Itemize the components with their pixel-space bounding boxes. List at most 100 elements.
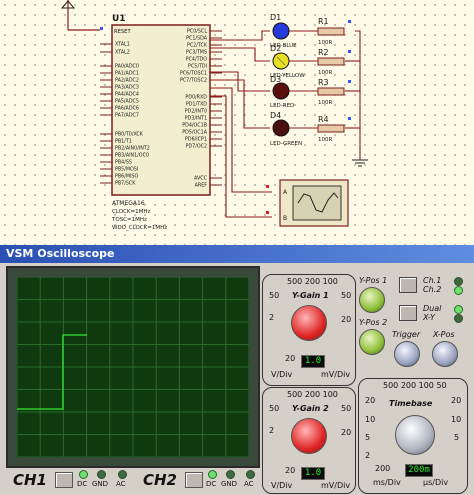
y-gain2-knob[interactable] xyxy=(291,418,327,454)
dual-led xyxy=(454,305,463,314)
y-gain1-scale-50: 50 xyxy=(269,291,280,300)
timebase-scale-5l: 5 xyxy=(365,433,371,442)
y-pos2-knob[interactable] xyxy=(359,329,385,355)
chip-pin-left-1: XTAL2 xyxy=(115,50,130,56)
resistor-r2-body xyxy=(317,57,345,66)
oscilloscope-titlebar[interactable]: VSM Oscilloscope xyxy=(0,245,474,263)
chip-pin-right-13: PD5/OC1A xyxy=(182,130,207,136)
led-d4-name: LED-GREEN xyxy=(270,141,302,147)
chip-prop-wdo: WDO_CLOCK=1MHz xyxy=(112,225,167,231)
timebase-scale-top: 500 200 100 50 xyxy=(383,381,447,390)
chip-pin-right-14: PD6/ICP1 xyxy=(185,137,207,143)
y-gain1-scale-2: 2 xyxy=(269,313,275,322)
resistor-r1[interactable]: R1 100R xyxy=(289,17,345,46)
chip-pin-left-10: PB0/T0/XCK xyxy=(115,132,144,138)
chip-pin-reset: RESET xyxy=(114,29,131,35)
timebase-scale-20l: 20 xyxy=(365,396,376,405)
timebase-knob[interactable] xyxy=(395,415,435,455)
ch1-dc-led[interactable] xyxy=(79,470,88,479)
led-d1-body xyxy=(272,22,290,40)
scope-symbol[interactable]: A B xyxy=(279,179,349,227)
resistor-r4-body xyxy=(317,124,345,133)
y-gain2-scale-50: 50 xyxy=(269,404,280,413)
resistor-r3[interactable]: R3 100R xyxy=(289,78,345,106)
ch1-gnd-label: GND xyxy=(92,480,109,488)
led-d3[interactable]: D3 LED-RED xyxy=(270,75,294,109)
ch1-toggle-button[interactable] xyxy=(55,472,73,488)
y-gain2-title: Y-Gain 2 xyxy=(292,404,329,413)
timebase-scale-20r: 20 xyxy=(451,396,462,405)
chip-pin-right-0: PC0/SCL xyxy=(187,29,207,35)
chip-pin-right-5: PC5/TDI xyxy=(188,64,207,70)
trigger-knob[interactable] xyxy=(394,341,420,367)
timebase-scale-10l: 10 xyxy=(365,415,376,424)
resistor-r4[interactable]: R4 100R xyxy=(289,115,345,143)
y-gain1-scale-20: 20 xyxy=(341,315,352,324)
y-gain1-scale-top: 500 200 100 xyxy=(287,277,338,286)
ch2-toggle-button[interactable] xyxy=(185,472,203,488)
scope-screen[interactable] xyxy=(16,276,250,458)
ch1-ac-led[interactable] xyxy=(118,470,127,479)
timebase-display: 200m xyxy=(405,464,433,477)
ch1-select-button[interactable] xyxy=(399,277,417,293)
chip-pin-left-7: PA5/ADC5 xyxy=(115,99,139,105)
ch2-dc-led[interactable] xyxy=(208,470,217,479)
y-gain2-panel: 500 200 100 50 Y-Gain 2 50 2 20 20 1.0 V… xyxy=(262,387,356,494)
chip-pin-right-12: PD4/OC1B xyxy=(182,123,207,129)
x-pos-label: X-Pos xyxy=(433,330,455,339)
chip-pin-right-17: AREF xyxy=(195,183,208,189)
screen-frame xyxy=(6,266,260,468)
timebase-panel: 500 200 100 50 20 20 Timebase 10 10 5 5 … xyxy=(358,378,468,494)
led-d3-body xyxy=(272,82,290,100)
chip-pin-left-4: PA2/ADC2 xyxy=(115,78,139,84)
chip-pin-right-16: AVCC xyxy=(194,176,208,182)
led-d4[interactable]: D4 LED-GREEN xyxy=(270,111,302,147)
ch2-ac-led[interactable] xyxy=(246,470,255,479)
ch1-select-led xyxy=(454,277,463,286)
schematic-canvas[interactable]: U1 RESET XTAL1 XTAL2 PA0/ADC0 PA1/ADC1 PA2/A… xyxy=(0,0,474,245)
chip-pin-left-6: PA4/ADC4 xyxy=(115,92,139,98)
y-gain1-knob[interactable] xyxy=(291,305,327,341)
chip-pin-left-15: PB5/MOSI xyxy=(115,167,138,173)
ch1-gnd-led[interactable] xyxy=(97,470,106,479)
ch2-ac-label: AC xyxy=(244,480,254,488)
y-pos1-knob[interactable] xyxy=(359,287,385,313)
chip-pin-left-14: PB4/SS xyxy=(115,160,132,166)
timebase-scale-10r: 10 xyxy=(451,415,462,424)
chip-pin-right-3: PC3/TMS xyxy=(186,50,207,56)
chip-pin-right-10: PD2/INT0 xyxy=(185,109,207,115)
scope-display xyxy=(16,276,250,458)
chip-pin-right-11: PD3/INT1 xyxy=(185,116,207,122)
chip-pin-left-16: PB6/MISO xyxy=(115,174,138,180)
timebase-scale-2l: 2 xyxy=(365,451,371,460)
dual-button[interactable] xyxy=(399,305,417,321)
resistor-r2-ref: R2 xyxy=(318,48,329,57)
led-d2-ref: D2 xyxy=(270,44,281,53)
timebase-title: Timebase xyxy=(389,399,433,408)
x-pos-knob[interactable] xyxy=(432,341,458,367)
y-gain1-unit-left: V/Div xyxy=(271,370,293,379)
resistor-r3-value: 100R xyxy=(318,100,332,106)
chip-pin-right-9: PD1/TXD xyxy=(186,102,207,108)
chip-pin-left-17: PB7/SCK xyxy=(115,181,136,187)
y-gain2-unit-left: V/Div xyxy=(271,481,293,490)
ch2-select-led xyxy=(454,286,463,295)
y-gain2-scale-top: 500 200 100 xyxy=(287,390,338,399)
timebase-scale-bottom: 200 xyxy=(375,464,391,473)
chip-pin-right-6: PC6/TOSC1 xyxy=(180,71,207,77)
chip-pin-left-9: PA7/ADC7 xyxy=(115,113,139,119)
ch1-label: CH1 xyxy=(13,471,47,489)
resistor-r2[interactable]: R2 100R xyxy=(289,48,345,76)
chip-pin-right-7: PC7/TOSC2 xyxy=(180,78,207,84)
ch2-label: CH2 xyxy=(143,471,177,489)
chip-pin-left-11: PB1/T1 xyxy=(115,139,132,145)
resistor-r1-ref: R1 xyxy=(318,17,329,26)
y-pos2-label: Y-Pos 2 xyxy=(359,318,388,327)
ch2-gnd-label: GND xyxy=(221,480,238,488)
logic-probe-markers-red xyxy=(266,185,269,214)
chip-pin-right-15: PD7/OC2 xyxy=(186,144,207,150)
chip-prop-clock: CLOCK=1MHz xyxy=(112,209,150,215)
y-gain1-title: Y-Gain 1 xyxy=(292,291,329,300)
ch2-gnd-led[interactable] xyxy=(226,470,235,479)
chip-pin-left-3: PA1/ADC1 xyxy=(115,71,139,77)
